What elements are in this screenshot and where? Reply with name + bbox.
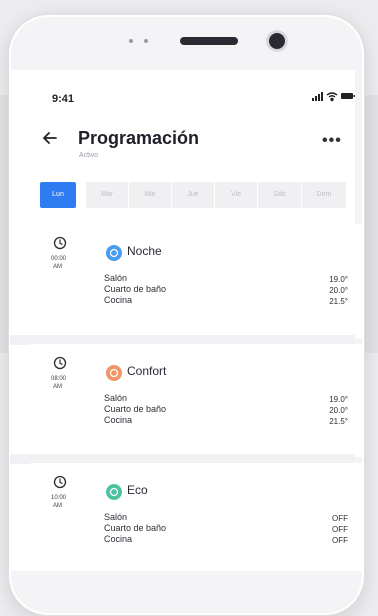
room-value: 21.5° [329,417,348,426]
room-value: OFF [332,514,348,523]
clock-icon [53,356,67,370]
room-name: Cocina [104,295,133,305]
day-tab[interactable]: Lun [40,182,76,208]
room-name: Cuarto de baño [104,284,167,294]
mode-icon [106,365,122,381]
room-name: Salón [104,512,128,522]
room-value: OFF [332,525,348,534]
room-value: 21.5° [329,297,348,306]
room-value: 19.0° [329,275,348,284]
room-name: Cocina [104,534,133,544]
day-tab[interactable]: Mar [86,182,128,208]
day-tab[interactable]: Vie [215,182,257,208]
back-arrow-icon[interactable] [40,128,60,148]
status-icons [312,92,355,102]
schedule-period: AM [53,264,62,270]
front-camera [269,33,285,49]
signal-icon [312,92,323,101]
mode-name: Confort [127,364,167,378]
clock-icon [53,475,67,489]
room-value: OFF [332,536,348,545]
schedule-period: AM [53,503,62,509]
room-value: 20.0° [329,406,348,415]
status-subtitle: Activo [79,152,99,159]
day-tab[interactable]: Dom [302,182,346,208]
room-name: Salón [104,393,128,403]
schedule-period: AM [53,384,62,390]
wifi-icon [326,92,338,102]
room-name: Cocina [104,415,133,425]
schedule-time: 00:00 [51,256,67,262]
mode-name: Eco [127,483,148,497]
mode-name: Noche [127,244,162,258]
day-tab[interactable]: Sáb [258,182,301,208]
sensor-dot [144,39,148,43]
clock-icon [53,236,67,250]
schedule-card[interactable]: 00:00 AM Noche Salón 19.0° Cuarto de baño 20.0… [30,224,362,338]
day-tab[interactable]: Jue [172,182,214,208]
battery-icon [341,93,355,99]
schedule-time: 08:00 [51,376,67,382]
schedule-card[interactable]: 08:00 AM Confort Salón 19.0° Cuarto de baño 20… [30,344,362,457]
room-value: 20.0° [329,286,348,295]
schedule-card[interactable]: 10:00 AM Eco Salón OFF Cuarto de baño OFF Cocin… [30,463,362,571]
room-name: Cuarto de baño [104,404,167,414]
mode-icon [106,245,122,261]
room-name: Salón [104,273,128,283]
page-title: Programación [78,128,200,148]
speaker-grille [180,37,238,45]
room-name: Cuarto de baño [104,523,167,533]
status-time: 9:41 [52,93,75,105]
day-tab[interactable]: Mié [129,182,171,208]
sensor-dot [129,39,133,43]
more-options-icon[interactable]: ••• [322,132,342,150]
mode-icon [106,484,122,500]
day-selector: Lun Mar Mié Jue Vie Sáb Dom [40,182,350,208]
room-value: 19.0° [329,395,348,404]
schedule-time: 10:00 [51,495,67,501]
